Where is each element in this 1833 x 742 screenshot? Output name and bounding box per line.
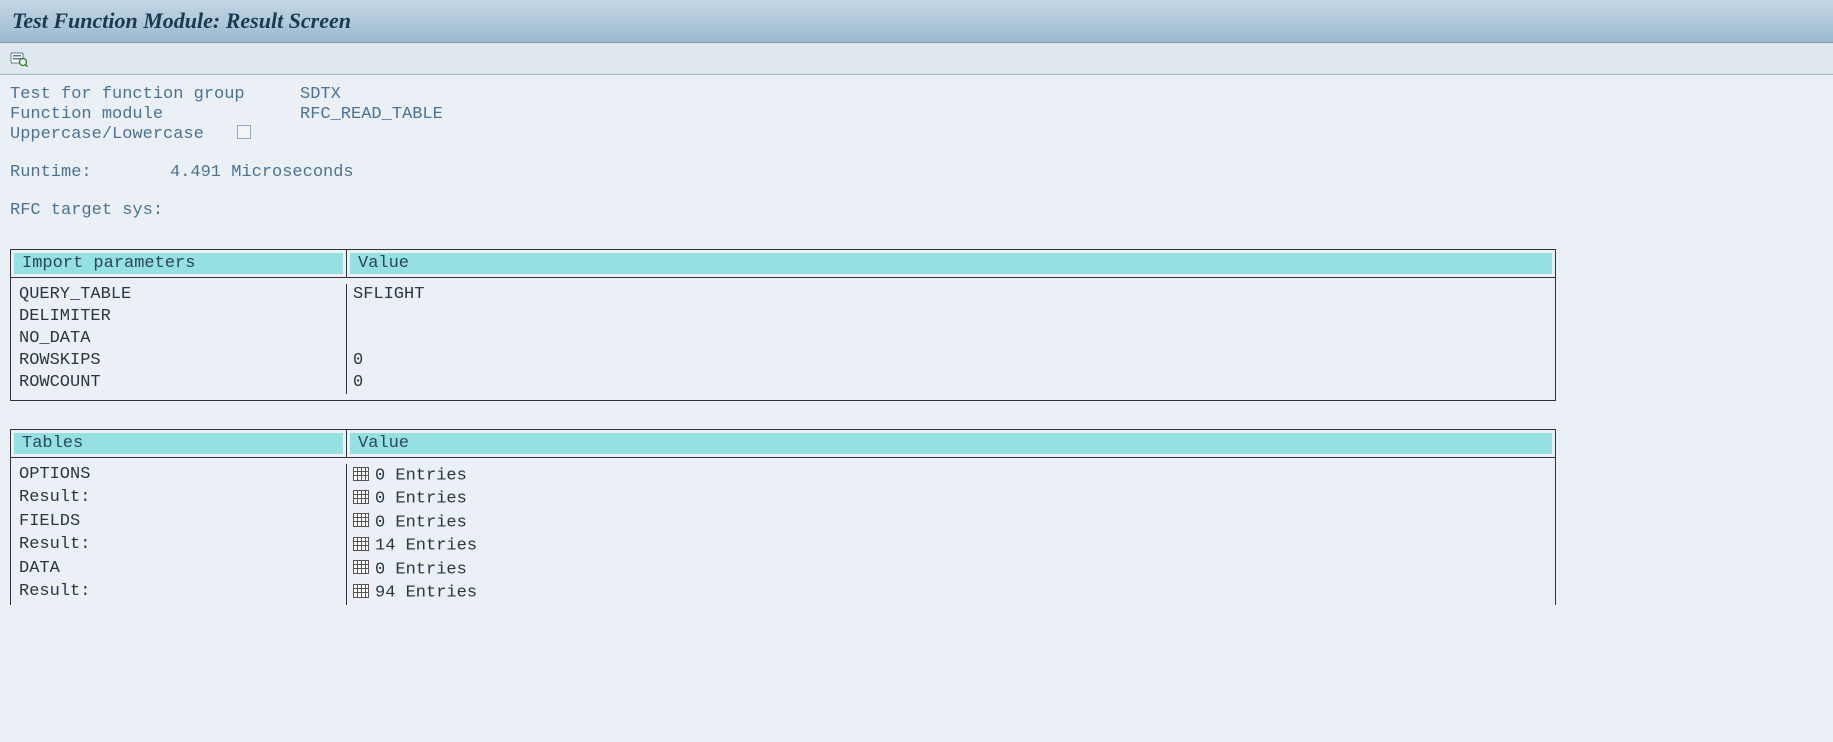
tables-col1-header: Tables <box>14 433 343 454</box>
param-value: 0 <box>347 350 1555 372</box>
table-row: ROWCOUNT 0 <box>11 372 1555 394</box>
table-row-result: Result: 14 Entries <box>11 534 1555 557</box>
tables-entries[interactable]: 0 Entries <box>347 464 1555 487</box>
tables-col2-header: Value <box>350 433 1552 454</box>
table-row-result: Result: 0 Entries <box>11 487 1555 510</box>
param-value <box>347 328 1555 350</box>
table-row: NO_DATA <box>11 328 1555 350</box>
import-parameters-table: Import parameters Value QUERY_TABLE SFLI… <box>10 249 1556 401</box>
value-runtime: 4.491 Microseconds <box>170 163 354 183</box>
label-function-group: Test for function group <box>10 85 300 105</box>
tables-entries[interactable]: 0 Entries <box>347 558 1555 581</box>
param-value <box>347 306 1555 328</box>
result-label: Result: <box>11 534 347 557</box>
info-row-rfc: RFC target sys: <box>10 201 1823 221</box>
tables-result-entries[interactable]: 0 Entries <box>347 487 1555 510</box>
result-label: Result: <box>11 581 347 604</box>
window-title-bar: Test Function Module: Result Screen <box>0 0 1833 43</box>
display-icon[interactable] <box>8 48 30 70</box>
label-rfc: RFC target sys: <box>10 201 300 221</box>
import-col1-header: Import parameters <box>14 253 343 274</box>
table-entries-icon <box>353 512 369 532</box>
param-name: ROWSKIPS <box>11 350 347 372</box>
value-function-group: SDTX <box>300 85 341 105</box>
tables-entries[interactable]: 0 Entries <box>347 511 1555 534</box>
table-row-result: Result: 94 Entries <box>11 581 1555 604</box>
tables-table: Tables Value OPTIONS 0 Entries Result: 0… <box>10 429 1556 605</box>
table-row: FIELDS 0 Entries <box>11 511 1555 534</box>
toolbar <box>0 43 1833 75</box>
label-runtime: Runtime: <box>10 163 170 183</box>
info-row-function-module: Function module RFC_READ_TABLE <box>10 105 1823 125</box>
tables-name: FIELDS <box>11 511 347 534</box>
tables-result-entries[interactable]: 94 Entries <box>347 581 1555 604</box>
import-col2-header: Value <box>350 253 1552 274</box>
table-row: OPTIONS 0 Entries <box>11 464 1555 487</box>
tables-name: OPTIONS <box>11 464 347 487</box>
param-value: 0 <box>347 372 1555 394</box>
param-name: DELIMITER <box>11 306 347 328</box>
table-entries-icon <box>353 582 369 602</box>
tables-name: DATA <box>11 558 347 581</box>
param-name: ROWCOUNT <box>11 372 347 394</box>
window-title: Test Function Module: Result Screen <box>12 8 351 33</box>
result-label: Result: <box>11 487 347 510</box>
case-checkbox[interactable] <box>237 125 251 139</box>
table-entries-icon <box>353 559 369 579</box>
table-row: DATA 0 Entries <box>11 558 1555 581</box>
param-value: SFLIGHT <box>347 284 1555 306</box>
table-row: DELIMITER <box>11 306 1555 328</box>
tables-result-entries[interactable]: 14 Entries <box>347 534 1555 557</box>
table-row: QUERY_TABLE SFLIGHT <box>11 284 1555 306</box>
table-entries-icon <box>353 488 369 508</box>
info-row-runtime: Runtime: 4.491 Microseconds <box>10 163 1823 183</box>
value-function-module: RFC_READ_TABLE <box>300 105 443 125</box>
param-name: NO_DATA <box>11 328 347 350</box>
table-entries-icon <box>353 535 369 555</box>
info-row-function-group: Test for function group SDTX <box>10 85 1823 105</box>
param-name: QUERY_TABLE <box>11 284 347 306</box>
table-row: ROWSKIPS 0 <box>11 350 1555 372</box>
table-entries-icon <box>353 465 369 485</box>
content-area: Test for function group SDTX Function mo… <box>0 75 1833 615</box>
label-case: Uppercase/Lowercase <box>10 125 235 145</box>
label-function-module: Function module <box>10 105 300 125</box>
info-row-case: Uppercase/Lowercase <box>10 125 1823 145</box>
